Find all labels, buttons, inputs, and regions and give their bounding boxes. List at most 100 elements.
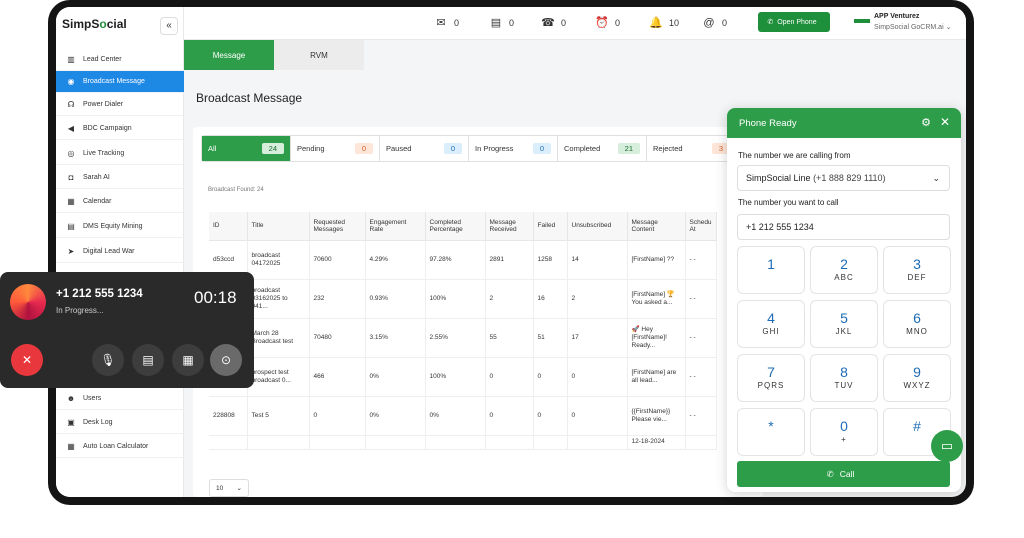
message-button[interactable]: ▤ [132,344,164,376]
dial-key[interactable]: 9 WXYZ [883,354,951,402]
dial-key[interactable]: 6 MNO [883,300,951,348]
sidebar-item-label: Power Dialer [83,101,124,108]
sidebar-item-calendar[interactable]: ▦ Calendar [56,191,184,213]
column-header[interactable]: Failed [533,212,568,241]
column-header[interactable]: Engagement Rate [365,212,426,241]
sidebar-item-desk-log[interactable]: ▣ Desk Log [56,412,184,434]
dial-key[interactable]: 3 DEF [883,246,951,294]
dial-key-letters: MNO [906,327,928,336]
table-cell: 0 [309,396,366,436]
sidebar-item-auto-loan-calculator[interactable]: ▦ Auto Loan Calculator [56,436,184,458]
collapse-sidebar-button[interactable]: « [160,17,178,35]
table-cell: 100% [425,279,486,319]
table-row[interactable]: prospect test broadcast 0... 466 0% 100% 0 0 0… [209,357,717,397]
dial-key[interactable]: 5 JKL [810,300,878,348]
dial-key[interactable]: * [737,408,805,456]
tracking-icon: ◎ [67,148,75,158]
sidebar-item-power-dialer[interactable]: ☊ Power Dialer [56,94,184,116]
filter-completed[interactable]: Completed 21 [558,136,647,161]
filter-in-progress[interactable]: In Progress 0 [469,136,558,161]
broadcast-icon: ◉ [67,76,75,86]
sidebar-item-broadcast-message[interactable]: ◉ Broadcast Message [56,71,184,93]
caller-number: +1 212 555 1234 [56,288,143,300]
microphone-icon: 🎙 [100,353,116,367]
sidebar-item-bdc-campaign[interactable]: ◀ BDC Campaign [56,118,184,140]
sidebar-item-label: Auto Loan Calculator [83,443,149,450]
column-header[interactable]: ID [209,212,248,241]
dial-key-digit: 6 [913,310,921,326]
column-header[interactable]: Unsubscribed [567,212,628,241]
dial-key[interactable]: 1 [737,246,805,294]
open-phone-button[interactable]: ✆ Open Phone [758,12,830,32]
account-subtitle: SimpSocial GoCRM.ai ⌄ [874,24,952,31]
column-header[interactable]: Message Received [485,212,534,241]
sidebar-item-dms-equity-mining[interactable]: ▤ DMS Equity Mining [56,216,184,238]
table-cell: 466 [309,357,366,397]
app-logo: SimpSocial [62,17,127,31]
tab-rvm[interactable]: RVM [274,40,364,70]
robot-icon: ◘ [68,172,74,182]
dial-key[interactable]: 8 TUV [810,354,878,402]
column-header[interactable]: Requested Messages [309,212,366,241]
filter-all[interactable]: All 24 [202,136,291,161]
chevron-down-icon: ⌄ [932,172,940,183]
mail-icon: ✉ [436,17,446,29]
sidebar-item-label: Desk Log [83,419,113,426]
chat-icon: ▤ [142,353,154,367]
chat-support-button[interactable]: ▭ [931,430,963,462]
table-row[interactable]: 228808 Test 5 0 0% 0% 0 0 0 {{FirstName}} Please… [209,396,717,436]
sidebar-item-live-tracking[interactable]: ◎ Live Tracking [56,143,184,165]
table-row[interactable]: March 28 Broadcast test 70480 3.15% 2.55% 55… [209,318,717,358]
sidebar-item-digital-lead-war[interactable]: ➤ Digital Lead War [56,241,184,263]
mute-button[interactable]: 🎙 [92,344,124,376]
gear-icon[interactable]: ⚙ [921,116,931,129]
close-icon[interactable]: ✕ [940,115,950,129]
sidebar-item-label: Digital Lead War [83,248,135,255]
table-cell [567,435,628,450]
mail-counter[interactable]: ✉ 0 [434,16,459,30]
filter-pending[interactable]: Pending 0 [291,136,380,161]
calling-from-select[interactable]: SimpSocial Line (+1 888 829 1110) ⌄ [737,165,950,191]
dial-key[interactable]: 0 + [810,408,878,456]
column-header[interactable]: Message Content [627,212,686,241]
broadcast-table: ID Title Requested Messages Engagement Rate… [209,212,717,450]
mention-counter[interactable]: @0 [702,16,727,30]
table-cell: 17 [567,318,628,358]
chat-counter[interactable]: ▤ 0 [489,16,514,30]
call-button[interactable]: ✆ Call [737,461,950,487]
filter-rejected[interactable]: Rejected 3 [647,136,736,161]
sidebar-item-users[interactable]: ☻ Users [56,388,184,410]
notification-counter[interactable]: 🔔 10 [649,16,679,30]
column-header[interactable]: Schedu At [685,212,717,241]
table-cell [209,435,248,450]
table-cell: 0 [485,396,534,436]
filter-label: Paused [386,144,412,153]
table-row[interactable]: 12-18-2024 [209,435,717,450]
schedule-button[interactable]: ▦ [172,344,204,376]
call-timer: 00:18 [194,288,237,307]
table-row[interactable]: broadcast 03162025 to 041... 232 0.93% 100%… [209,279,717,319]
dial-key[interactable]: 4 GHI [737,300,805,348]
alarm-clock-icon: ⏰ [595,17,609,29]
voicemail-button[interactable]: ⊙ [210,344,242,376]
tab-message[interactable]: Message [184,40,274,70]
filter-paused[interactable]: Paused 0 [380,136,469,161]
table-cell: 0.93% [365,279,426,319]
number-to-call-input[interactable]: +1 212 555 1234 [737,214,950,240]
dial-key-letters: PQRS [757,381,785,390]
sidebar-item-sarah-ai[interactable]: ◘ Sarah AI [56,167,184,189]
dial-key[interactable]: 7 PQRS [737,354,805,402]
sidebar-item-lead-center[interactable]: ▥ Lead Center [56,49,184,71]
missed-call-counter[interactable]: ☎ 0 [541,16,566,30]
page-size-select[interactable]: 10 ⌄ [209,479,249,497]
filter-label: In Progress [475,144,514,153]
sidebar-item-label: Broadcast Message [83,78,145,85]
column-header[interactable]: Title [247,212,310,241]
number-to-call-label: The number you want to call [738,198,839,207]
table-row[interactable]: d53ccd broadcast 04172025 70600 4.29% 97.28%… [209,240,717,280]
table-cell [485,435,534,450]
hang-up-button[interactable]: ✕ [11,344,43,376]
dial-key[interactable]: 2 ABC [810,246,878,294]
alarm-counter[interactable]: ⏰ 0 [595,16,620,30]
column-header[interactable]: Completed Percentage [425,212,486,241]
